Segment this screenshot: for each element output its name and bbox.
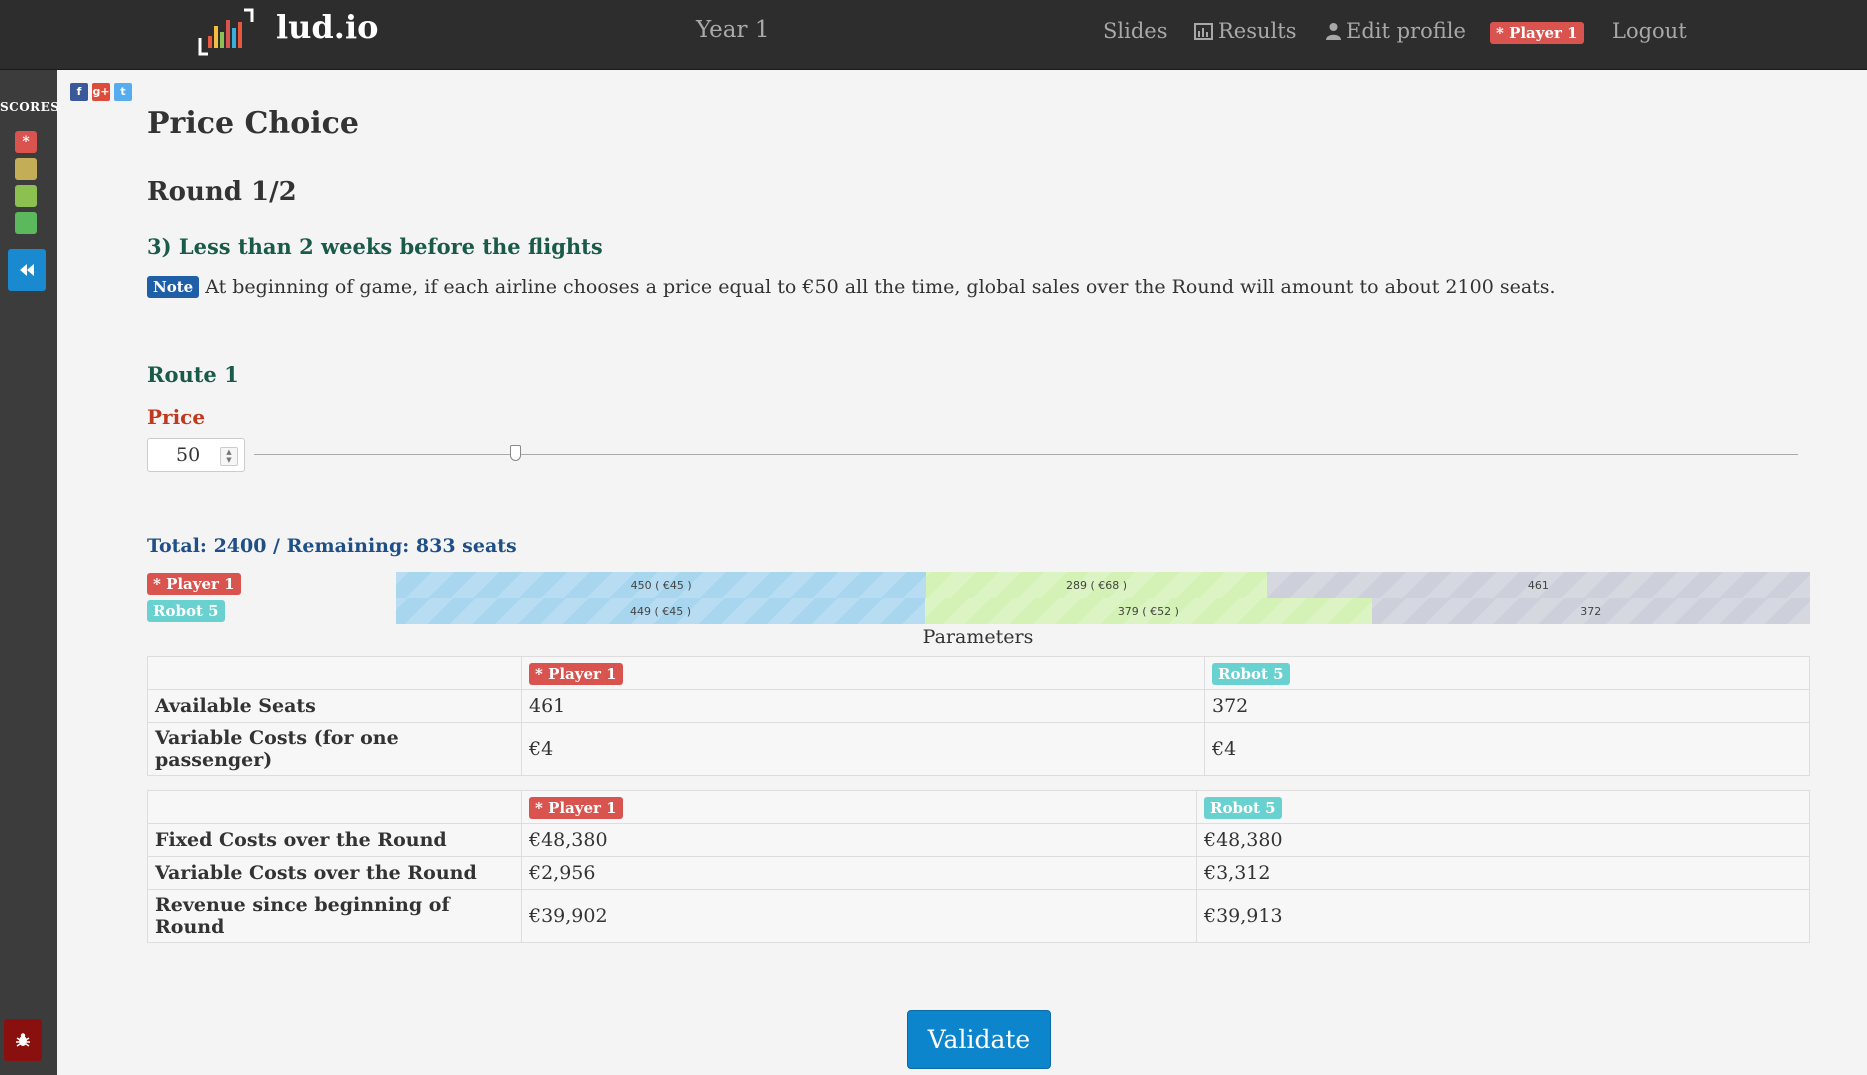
social-share: f g+ t [70, 83, 132, 101]
bar-row-label: Robot 5 [147, 600, 225, 622]
round-title: Round 1/2 [147, 177, 297, 207]
row-label: Revenue since beginning of Round [147, 889, 522, 943]
table-cell: Robot 5 [1196, 790, 1810, 824]
table-row: Variable Costs over the Round €2,956 €3,… [147, 856, 1810, 890]
table-header-row: * Player 1 Robot 5 [147, 656, 1810, 690]
route-title: Route 1 [147, 362, 239, 387]
table-cell: €2,956 [521, 856, 1197, 890]
table-cell: * Player 1 [521, 790, 1197, 824]
player-badge: * Player 1 [529, 662, 623, 685]
nav-results-label: Results [1218, 19, 1297, 43]
score-marker[interactable]: * [15, 131, 37, 153]
note-line: Note At beginning of game, if each airli… [147, 276, 1556, 298]
nav-slides-label: Slides [1103, 19, 1168, 43]
price-slider[interactable] [254, 454, 1798, 455]
nav-results-link[interactable]: Results [1194, 19, 1296, 43]
bar-row-label: * Player 1 [147, 573, 241, 595]
seat-segment: 289 ( €68 ) [926, 572, 1267, 598]
logo-icon[interactable] [198, 8, 254, 56]
note-badge: Note [147, 276, 200, 298]
row-label: Fixed Costs over the Round [147, 823, 522, 857]
bar-chart-icon [1194, 22, 1213, 40]
player-badge: * Player 1 [1490, 22, 1584, 44]
nav-logout-link[interactable]: Logout [1612, 19, 1687, 43]
table-cell: €4 [1204, 722, 1810, 776]
score-marker[interactable] [15, 158, 37, 180]
scores-title: SCORES [0, 100, 60, 114]
price-input[interactable]: 50 ▲ ▼ [147, 438, 245, 472]
seat-segment: 449 ( €45 ) [396, 598, 926, 624]
bug-icon [16, 1033, 30, 1047]
player-badge: * Player 1 [529, 796, 623, 819]
price-spinner[interactable]: ▲ ▼ [220, 447, 238, 466]
nav-player-link[interactable]: * Player 1 [1490, 22, 1584, 44]
table-row: Available Seats 461 372 [147, 689, 1810, 723]
table-cell: €48,380 [521, 823, 1197, 857]
phase-title: 3) Less than 2 weeks before the flights [147, 234, 603, 259]
robot-badge: Robot 5 [1204, 796, 1282, 819]
table-cell: 372 [1204, 689, 1810, 723]
table-cell [147, 790, 522, 824]
note-text: At beginning of game, if each airline ch… [205, 276, 1556, 298]
table-cell: * Player 1 [521, 656, 1205, 690]
costs-table: * Player 1 Robot 5 Fixed Costs over the … [147, 790, 1810, 943]
row-label: Variable Costs over the Round [147, 856, 522, 890]
nav-slides-link[interactable]: Slides [1103, 19, 1167, 43]
table-cell: €39,913 [1196, 889, 1810, 943]
table-cell: 461 [521, 689, 1205, 723]
score-marker[interactable] [15, 185, 37, 207]
table-cell: Robot 5 [1204, 656, 1810, 690]
user-icon [1326, 23, 1341, 40]
table-cell: €39,902 [521, 889, 1197, 943]
table-header-row: * Player 1 Robot 5 [147, 790, 1810, 824]
page-title: Price Choice [147, 106, 360, 141]
table-cell: €3,312 [1196, 856, 1810, 890]
row-label: Available Seats [147, 689, 522, 723]
table-row: Variable Costs (for one passenger) €4 €4 [147, 722, 1810, 776]
seat-segment: 461 [1266, 572, 1810, 598]
table-row: Fixed Costs over the Round €48,380 €48,3… [147, 823, 1810, 857]
top-navbar: lud.io Year 1 Slides Results Edit profil… [0, 0, 1867, 70]
score-marker[interactable] [15, 212, 37, 234]
facebook-icon[interactable]: f [70, 83, 88, 101]
parameters-table: * Player 1 Robot 5 Available Seats 461 3… [147, 656, 1810, 776]
seat-segment: 379 ( €52 ) [925, 598, 1372, 624]
seats-bar-player-1: 450 ( €45 ) 289 ( €68 ) 461 [396, 572, 1810, 598]
brand-name[interactable]: lud.io [276, 8, 378, 46]
robot-badge: Robot 5 [147, 600, 225, 622]
nav-logout-label: Logout [1612, 19, 1687, 43]
year-label: Year 1 [696, 17, 770, 43]
seats-bar-robot-5: 449 ( €45 ) 379 ( €52 ) 372 [396, 598, 1810, 624]
validate-button[interactable]: Validate [907, 1010, 1051, 1069]
parameters-title: Parameters [922, 626, 1034, 648]
nav-edit-profile-link[interactable]: Edit profile [1326, 19, 1466, 43]
google-plus-icon[interactable]: g+ [92, 83, 110, 101]
seat-segment: 372 [1371, 598, 1810, 624]
price-slider-handle[interactable] [509, 445, 521, 461]
double-chevron-left-icon [20, 264, 34, 276]
table-cell: €4 [521, 722, 1205, 776]
twitter-icon[interactable]: t [114, 83, 132, 101]
nav-edit-profile-label: Edit profile [1346, 19, 1466, 43]
report-bug-button[interactable] [4, 1019, 42, 1061]
player-badge: * Player 1 [147, 573, 241, 595]
table-cell: €48,380 [1196, 823, 1810, 857]
seat-segment: 450 ( €45 ) [396, 572, 927, 598]
total-remaining-seats: Total: 2400 / Remaining: 833 seats [147, 535, 517, 557]
row-label: Variable Costs (for one passenger) [147, 722, 522, 776]
price-value: 50 [176, 444, 201, 466]
collapse-sidebar-button[interactable] [8, 249, 46, 291]
table-cell [147, 656, 522, 690]
price-label: Price [147, 405, 206, 429]
table-row: Revenue since beginning of Round €39,902… [147, 889, 1810, 943]
scores-sidebar: SCORES * [0, 70, 60, 1075]
robot-badge: Robot 5 [1212, 662, 1290, 685]
